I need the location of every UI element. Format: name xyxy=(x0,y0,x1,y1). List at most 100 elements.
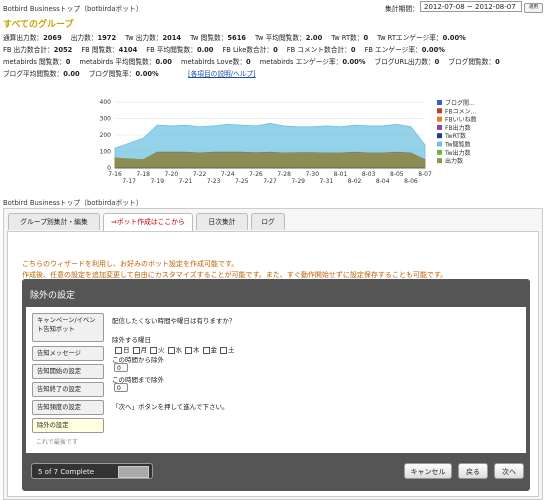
day-label: 火 xyxy=(158,346,165,354)
legend-swatch xyxy=(437,108,442,114)
stat-item: FB エンゲージ率：0.00% xyxy=(364,46,444,54)
stat-item: Tw RTエンゲージ率：0.00% xyxy=(377,34,466,42)
stat-item: Tw 閲覧数：5616 xyxy=(190,34,246,42)
day-checkboxes: 日月火水木金土 xyxy=(112,344,235,354)
top-bar: Botbird Businessトップ（botbirdaボット） 集計期間： 2… xyxy=(0,0,547,14)
stat-value: 2069 xyxy=(43,34,62,42)
stat-item: Tw RT数：0 xyxy=(331,34,368,42)
stat-value: 2.00 xyxy=(305,34,323,42)
stat-value: 0 xyxy=(246,58,251,66)
stat-item: metabirds 閲覧数：0 xyxy=(3,58,70,66)
apply-button[interactable]: 適用 xyxy=(524,3,543,13)
x-tick-label: 8-01 xyxy=(334,171,348,178)
stat-label: ブログURL出力数： xyxy=(374,58,435,66)
stat-value: 0.00% xyxy=(442,34,466,42)
day-checkbox[interactable] xyxy=(132,346,140,354)
legend-label: FBいいね数 xyxy=(445,116,477,124)
day-checkbox[interactable] xyxy=(220,346,227,354)
x-tick-label: 7-17 xyxy=(122,178,136,185)
x-tick-label: 7-20 xyxy=(165,171,179,178)
x-tick-label: 7-27 xyxy=(263,178,277,185)
help-link[interactable]: [各項目の説明/ヘルプ] xyxy=(188,68,256,78)
x-tick-label: 7-28 xyxy=(277,171,291,178)
step-message[interactable]: 告知メッセージ xyxy=(32,346,104,361)
stat-value: 2014 xyxy=(162,34,182,42)
x-tick-label: 8-04 xyxy=(376,178,390,185)
tab-group-stats[interactable]: グループ別集計・編集 xyxy=(8,213,100,230)
step-end[interactable]: 告知終了の設定 xyxy=(32,382,104,397)
day-label: 日 xyxy=(123,346,130,354)
to-hour-select[interactable]: 0 xyxy=(114,383,128,392)
period-input[interactable]: 2012-07-08 ~ 2012-08-07 xyxy=(420,1,522,12)
x-tick-label: 7-25 xyxy=(235,178,249,185)
cancel-button[interactable]: キャンセル xyxy=(404,463,452,479)
x-tick-label: 7-31 xyxy=(320,178,334,185)
stat-item: FB コメント数合計：0 xyxy=(287,46,356,54)
stat-value: 0 xyxy=(495,58,500,66)
x-tick-label: 8-06 xyxy=(404,178,418,185)
stats-chart: 01002003004007-167-177-187-197-207-217-2… xyxy=(100,99,477,185)
stat-label: FB Like数合計： xyxy=(222,46,274,54)
stat-item: metabirds Love数：0 xyxy=(181,58,251,66)
day-checkbox[interactable] xyxy=(202,346,210,354)
day-checkbox[interactable] xyxy=(150,346,157,354)
app-title-2: Botbird Businessトップ（botbirdaボット） xyxy=(3,199,143,207)
day-label: 月 xyxy=(140,346,148,354)
from-hour-select[interactable]: 0 xyxy=(114,363,128,372)
stat-value: 0.00 xyxy=(63,70,80,78)
stat-label: Tw 閲覧数： xyxy=(190,34,228,42)
step-campaign[interactable]: キャンペーン/イベント告知ボット xyxy=(32,313,104,342)
stat-label: ブログ平均閲覧数： xyxy=(3,70,64,78)
stat-value: 0.00% xyxy=(421,46,445,54)
next-button[interactable]: 次へ xyxy=(494,463,524,479)
day-checkbox[interactable] xyxy=(167,346,175,354)
stat-item: 出力数：1972 xyxy=(71,34,116,42)
stat-item: FB 閲覧数：4104 xyxy=(81,46,137,54)
x-tick-label: 7-21 xyxy=(179,178,193,185)
stat-label: ブログ閲覧数： xyxy=(448,58,496,66)
step-frequency[interactable]: 告知頻度の設定 xyxy=(32,400,104,415)
wizard-dialog: 除外の設定 キャンペーン/イベント告知ボット 告知メッセージ 告知開始の設定 告… xyxy=(22,279,530,491)
stat-value: 1972 xyxy=(97,34,117,42)
x-tick-label: 7-29 xyxy=(291,178,305,185)
question-text: 配信したくない時間や曜日は有りますか？ xyxy=(112,317,236,325)
stats-row-3: metabirds 閲覧数：0 metabirds 平均閲覧数：0.00 metab… xyxy=(3,56,509,66)
stat-value: 0.00% xyxy=(135,70,159,78)
tab-bot-create[interactable]: ⇒ボット作成はここから xyxy=(103,213,193,231)
exclude-days-label: 除外する曜日 xyxy=(112,336,151,344)
stat-value: 0 xyxy=(273,46,278,54)
stat-label: metabirds 平均閲覧数： xyxy=(79,58,156,66)
legend-label: FBコメン... xyxy=(445,108,476,115)
day-checkbox[interactable] xyxy=(115,346,122,354)
step-start[interactable]: 告知開始の設定 xyxy=(32,364,104,379)
stat-label: ブログ閲覧率： xyxy=(88,70,136,78)
back-button[interactable]: 戻る xyxy=(458,463,488,479)
legend-swatch xyxy=(437,158,442,164)
stat-label: Tw RT数： xyxy=(331,34,364,42)
step-exclude[interactable]: 除外の設定 xyxy=(32,418,104,433)
app-title: Botbird Businessトップ（botbirdaボット） xyxy=(3,5,143,13)
intro-text-1: こちらのウィザードを利用し、お好みのボット設定を作成可能です。 xyxy=(22,260,239,268)
stat-label: metabirds エンゲージ率： xyxy=(259,58,343,66)
stat-item: ブログ閲覧数：0 xyxy=(448,58,499,66)
progress-text: 5 of 7 Complete xyxy=(38,468,95,476)
wizard-footer: 5 of 7 Complete キャンセル 戻る 次へ xyxy=(26,457,526,487)
stat-value: 0 xyxy=(350,46,356,54)
x-tick-label: 8-07 xyxy=(418,171,432,178)
stat-label: FB エンゲージ率： xyxy=(364,46,422,54)
x-tick-label: 8-05 xyxy=(390,171,404,178)
day-checkbox[interactable] xyxy=(185,346,192,354)
legend-swatch xyxy=(437,141,442,147)
y-tick-label: 400 xyxy=(100,99,112,106)
wizard-body: キャンペーン/イベント告知ボット 告知メッセージ 告知開始の設定 告知終了の設定… xyxy=(26,307,526,453)
x-tick-label: 7-18 xyxy=(136,171,150,178)
stat-item: metabirds 平均閲覧数：0.00 xyxy=(79,58,172,66)
tab-log[interactable]: ログ xyxy=(251,213,285,230)
tab-daily[interactable]: 日次集計 xyxy=(196,213,248,230)
stat-item: FB 出力数合計：2052 xyxy=(3,46,72,54)
period-label: 集計期間： xyxy=(385,5,419,13)
stat-value: 0 xyxy=(434,58,440,66)
hint-text: 「次へ」ボタンを押して進んで下さい。 xyxy=(112,403,229,411)
stat-label: metabirds 閲覧数： xyxy=(3,58,66,66)
y-tick-label: 300 xyxy=(100,116,112,123)
